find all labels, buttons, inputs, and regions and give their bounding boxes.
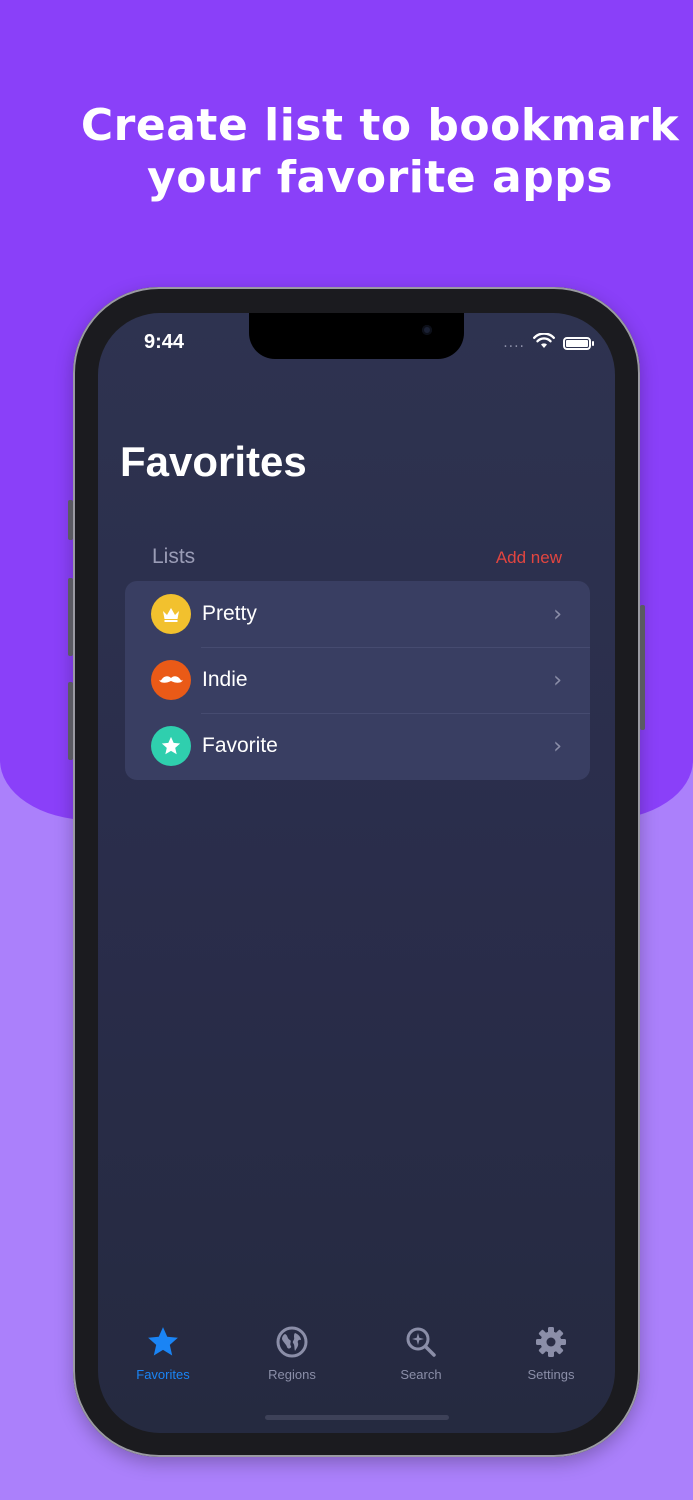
lists-section-title: Lists xyxy=(152,545,196,568)
phone-screen: 9:44 .... Favorites Lists Add new Pretty xyxy=(98,313,615,1433)
search-sparkle-icon xyxy=(371,1323,471,1361)
page-title: Favorites xyxy=(120,438,307,485)
tab-label: Regions xyxy=(268,1367,316,1382)
tab-regions[interactable]: Regions xyxy=(242,1323,342,1382)
notch xyxy=(249,313,464,359)
tab-favorites[interactable]: Favorites xyxy=(113,1323,213,1382)
tab-label: Settings xyxy=(527,1367,575,1382)
status-time: 9:44 xyxy=(144,331,185,353)
headline-line-2: your favorite apps xyxy=(147,152,613,203)
crown-icon xyxy=(151,594,191,634)
list-item-label: Pretty xyxy=(202,602,257,625)
lists-section-header: Lists Add new xyxy=(152,545,562,569)
headline-line-1: Create list to bookmark xyxy=(80,100,680,151)
star-icon xyxy=(113,1323,213,1361)
tab-label: Favorites xyxy=(136,1367,190,1382)
gear-icon xyxy=(501,1323,601,1361)
phone-volume-down xyxy=(68,682,73,760)
lists-card: Pretty › Indie › Favorite › xyxy=(125,581,590,780)
mustache-icon xyxy=(151,660,191,700)
tab-settings[interactable]: Settings xyxy=(501,1323,601,1382)
add-new-button[interactable]: Add new xyxy=(496,548,562,569)
home-indicator xyxy=(265,1415,449,1420)
camera-icon xyxy=(422,325,432,335)
tab-bar: Favorites Regions Search Settings xyxy=(98,1323,615,1393)
globe-icon xyxy=(242,1323,342,1361)
status-icons: .... xyxy=(503,332,594,353)
phone-power-button xyxy=(640,605,645,730)
list-item-label: Indie xyxy=(202,668,248,691)
wifi-icon xyxy=(533,332,555,353)
list-item-label: Favorite xyxy=(202,734,278,757)
phone-side-button xyxy=(68,500,73,540)
chevron-right-icon: › xyxy=(553,667,562,693)
signal-dots: .... xyxy=(503,335,525,351)
phone-volume-up xyxy=(68,578,73,656)
chevron-right-icon: › xyxy=(553,733,562,759)
chevron-right-icon: › xyxy=(553,601,562,627)
tab-search[interactable]: Search xyxy=(371,1323,471,1382)
list-item-pretty[interactable]: Pretty › xyxy=(125,581,590,647)
list-item-indie[interactable]: Indie › xyxy=(125,647,590,713)
star-icon xyxy=(151,726,191,766)
list-item-favorite[interactable]: Favorite › xyxy=(125,713,590,779)
promo-headline: Create list to bookmark your favorite ap… xyxy=(70,100,690,204)
battery-icon xyxy=(563,336,594,350)
tab-label: Search xyxy=(400,1367,442,1382)
